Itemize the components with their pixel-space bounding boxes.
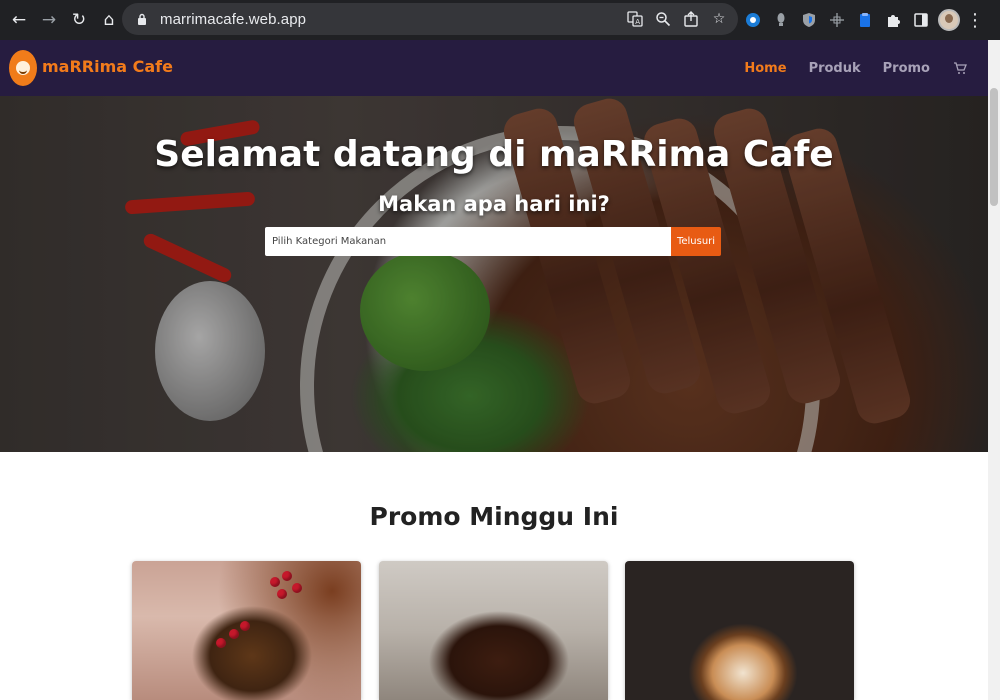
scrollbar-thumb[interactable] — [990, 88, 998, 206]
hero-title: Selamat datang di maRRima Cafe — [154, 134, 834, 175]
puzzle-icon[interactable] — [882, 9, 904, 31]
zoom-icon[interactable] — [652, 8, 674, 30]
extension-clipboard-icon[interactable] — [854, 9, 876, 31]
address-bar[interactable]: marrimacafe.web.app A ☆ — [122, 3, 738, 35]
site-navbar: maRRima Cafe Home Produk Promo — [0, 40, 988, 96]
promo-section-title: Promo Minggu Ini — [369, 502, 619, 531]
sidebar-icon[interactable] — [910, 9, 932, 31]
nav-menu: Home Produk Promo — [722, 40, 968, 96]
page-scrollbar[interactable] — [988, 40, 1000, 700]
promo-card-chocolate-cake[interactable] — [379, 561, 608, 700]
promo-card-chocolate-mousse[interactable] — [132, 561, 361, 700]
nav-item-promo[interactable]: Promo — [883, 61, 930, 76]
reload-icon[interactable]: ↻ — [67, 8, 91, 32]
extension-edge-icon[interactable] — [742, 9, 764, 31]
profile-avatar-icon[interactable] — [938, 9, 960, 31]
svg-text:A: A — [635, 18, 640, 26]
translate-icon[interactable]: A — [624, 8, 646, 30]
extension-crosshair-icon[interactable] — [826, 9, 848, 31]
browser-toolbar: ← → ↻ ⌂ marrimacafe.web.app A ☆ ⋮ — [0, 0, 1000, 40]
cart-icon[interactable] — [952, 60, 968, 76]
forward-arrow-icon[interactable]: → — [37, 8, 61, 32]
category-search-input[interactable] — [265, 227, 671, 256]
hero-subtitle: Makan apa hari ini? — [378, 192, 610, 216]
hero-banner: Selamat datang di maRRima Cafe Makan apa… — [0, 96, 988, 452]
url-text[interactable]: marrimacafe.web.app — [160, 11, 306, 28]
brand-logo[interactable] — [9, 50, 37, 86]
category-search: Telusuri — [265, 227, 721, 256]
back-arrow-icon[interactable]: ← — [7, 8, 31, 32]
nav-item-home[interactable]: Home — [744, 61, 786, 76]
kebab-menu-icon[interactable]: ⋮ — [966, 10, 984, 31]
bookmark-star-icon[interactable]: ☆ — [708, 8, 730, 30]
lock-icon[interactable] — [134, 13, 150, 25]
extension-bulb-icon[interactable] — [770, 9, 792, 31]
extension-shield-icon[interactable] — [798, 9, 820, 31]
brand-name[interactable]: maRRima Cafe — [42, 57, 173, 76]
promo-card-latte[interactable] — [625, 561, 854, 700]
nav-item-produk[interactable]: Produk — [809, 61, 861, 76]
search-button[interactable]: Telusuri — [671, 227, 721, 256]
home-icon[interactable]: ⌂ — [97, 8, 121, 32]
share-icon[interactable] — [680, 8, 702, 30]
